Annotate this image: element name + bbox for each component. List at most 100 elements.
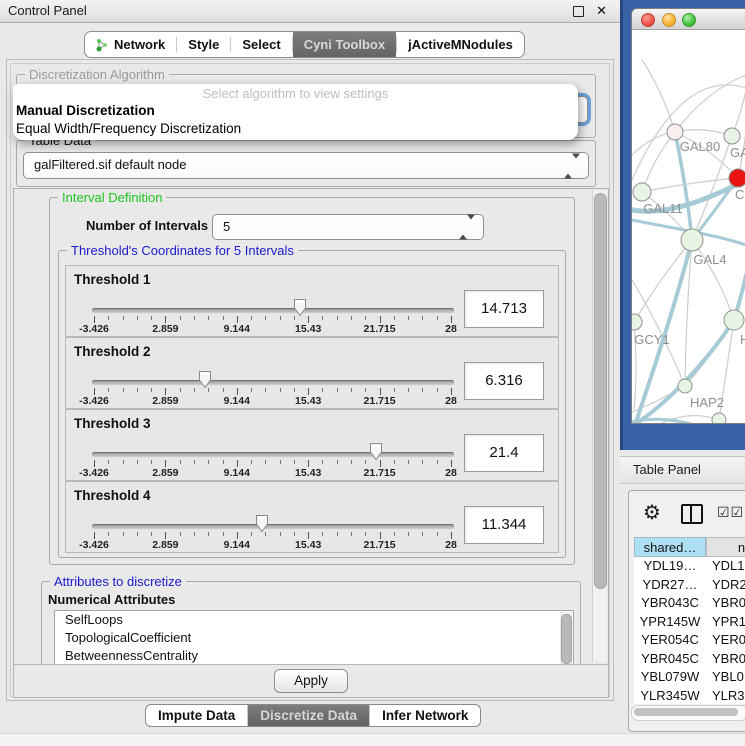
network-node-gal11[interactable] (633, 183, 651, 201)
table-row[interactable]: YBR045CYBR0 (634, 650, 745, 669)
threshold-panel: Threshold 3-3.4262.8599.14415.4321.71528… (65, 409, 559, 481)
tab-network[interactable]: Network (85, 32, 176, 57)
scrollbar-thumb[interactable] (594, 193, 607, 589)
table-cell[interactable]: YLR345W (634, 687, 706, 705)
table-row[interactable]: YBL079WYBL0 (634, 668, 745, 687)
stepper-icon[interactable] (564, 158, 580, 173)
slider-tick (108, 460, 109, 464)
table-cell[interactable]: YDR27… (634, 576, 706, 595)
table-cell[interactable]: YDR2 (706, 576, 745, 595)
threshold-value-field[interactable]: 6.316 (464, 362, 544, 400)
attribute-list-item[interactable]: BetweennessCentrality (55, 647, 573, 665)
scrollbar-thumb[interactable] (561, 614, 572, 664)
table-cell[interactable]: YBR043C (634, 594, 706, 613)
slider-track[interactable] (92, 524, 454, 529)
scrollbar-thumb[interactable] (634, 708, 738, 716)
slider-tick (308, 532, 309, 539)
network-node-c[interactable] (729, 169, 745, 187)
float-window-icon[interactable] (573, 6, 584, 17)
minimize-traffic-light-icon[interactable] (662, 13, 676, 27)
network-panel-edge (620, 0, 623, 450)
close-traffic-light-icon[interactable] (641, 13, 655, 27)
slider-tick-label: 21.715 (364, 467, 396, 479)
network-node-h[interactable] (724, 310, 744, 330)
network-node-gal4[interactable] (681, 229, 703, 251)
slider-thumb[interactable] (198, 370, 212, 389)
table-cell[interactable]: YDL1 (706, 557, 745, 576)
table-row[interactable]: YER054CYER0 (634, 631, 745, 650)
network-window[interactable]: GAL80GACGAL11GAL4GCY1HHAP2 (631, 8, 745, 424)
table-cell[interactable]: YBR0 (706, 594, 745, 613)
table-row[interactable]: YBR043CYBR0 (634, 594, 745, 613)
slider-tick-label: 2.859 (152, 323, 178, 335)
slider-tick (308, 388, 309, 395)
slider-track[interactable] (92, 308, 454, 313)
table-cell[interactable]: YBR045C (634, 650, 706, 669)
table-cell[interactable]: YER0 (706, 631, 745, 650)
attribute-list-item[interactable]: SelfLoops (55, 611, 573, 629)
slider-tick (422, 460, 423, 464)
threshold-value-field[interactable]: 14.713 (464, 290, 544, 328)
list-vertical-scrollbar[interactable] (560, 612, 572, 666)
network-node-gcy1[interactable] (632, 314, 642, 330)
tab-select[interactable]: Select (231, 32, 291, 57)
tab-infer-network[interactable]: Infer Network (370, 705, 480, 726)
threshold-value-field[interactable]: 21.4 (464, 434, 544, 472)
tab-discretize-data[interactable]: Discretize Data (248, 705, 369, 726)
slider-thumb[interactable] (293, 298, 307, 317)
apply-button[interactable]: Apply (274, 669, 348, 693)
table-cell[interactable]: YPR1 (706, 613, 745, 632)
gear-icon[interactable]: ⚙ (643, 500, 661, 526)
slider-tick (237, 532, 238, 539)
table-cell[interactable]: YDL19… (634, 557, 706, 576)
table-header-cell[interactable]: shared… (634, 537, 706, 557)
network-window-titlebar[interactable] (632, 9, 745, 30)
algorithm-option-equal-width-frequency-discretization[interactable]: Equal Width/Frequency Discretization (13, 120, 578, 138)
tab-jactivemnodules[interactable]: jActiveMNodules (397, 32, 524, 57)
tab-cyni-toolbox[interactable]: Cyni Toolbox (293, 32, 396, 57)
slider-tick (351, 388, 352, 392)
panel-title: Control Panel (8, 0, 87, 22)
slider-thumb[interactable] (255, 514, 269, 533)
slider-tick-label: 21.715 (364, 395, 396, 407)
table-row[interactable]: YPR145WYPR1 (634, 613, 745, 632)
network-node-hap2[interactable] (678, 379, 692, 393)
stepper-icon[interactable] (459, 220, 475, 235)
tab-style[interactable]: Style (177, 32, 230, 57)
table-horizontal-scrollbar[interactable] (631, 705, 745, 721)
attribute-listbox[interactable]: SelfLoopsTopologicalCoefficientBetweenne… (54, 610, 574, 666)
table-cell[interactable]: YBL0 (706, 668, 745, 687)
zoom-traffic-light-icon[interactable] (682, 13, 696, 27)
threshold-value-field[interactable]: 11.344 (464, 506, 544, 544)
attribute-list-item[interactable]: TopologicalCoefficient (55, 629, 573, 647)
table-cell[interactable]: YBL079W (634, 668, 706, 687)
split-columns-icon[interactable] (681, 504, 703, 524)
number-of-intervals-combobox[interactable]: 5 (212, 214, 484, 240)
table-cell[interactable]: YER054C (634, 631, 706, 650)
network-graph[interactable]: GAL80GACGAL11GAL4GCY1HHAP2 (632, 30, 745, 423)
vertical-scrollbar[interactable] (592, 190, 607, 662)
table-header-cell[interactable]: n (706, 537, 745, 557)
slider-thumb[interactable] (369, 442, 383, 461)
network-node-ga[interactable] (724, 128, 740, 144)
table-data-combobox[interactable]: galFiltered.sif default node (23, 152, 589, 179)
combobox-value: galFiltered.sif default node (34, 153, 186, 177)
network-node-gal80[interactable] (667, 124, 683, 140)
table-row[interactable]: YDL19…YDL1 (634, 557, 745, 576)
table-row[interactable]: YDR27…YDR2 (634, 576, 745, 595)
slider-track[interactable] (92, 380, 454, 385)
select-columns-icon[interactable]: ☑☑ (717, 504, 744, 521)
table-body[interactable]: YDL19…YDL1YDR27…YDR2YBR043CYBR0YPR145WYP… (634, 557, 745, 704)
control-panel-titlebar: Control Panel ✕ (0, 0, 620, 23)
network-node[interactable] (712, 413, 726, 423)
attributes-group: Attributes to discretize Numerical Attri… (41, 581, 581, 666)
tab-impute-data[interactable]: Impute Data (146, 705, 247, 726)
slider-track[interactable] (92, 452, 454, 457)
close-icon[interactable]: ✕ (596, 0, 607, 22)
table-cell[interactable]: YLR3 (706, 687, 745, 705)
table-cell[interactable]: YBR0 (706, 650, 745, 669)
algorithm-option-manual-discretization[interactable]: Manual Discretization (13, 102, 578, 120)
table-cell[interactable]: YPR145W (634, 613, 706, 632)
network-canvas[interactable]: GAL80GACGAL11GAL4GCY1HHAP2 (632, 30, 745, 423)
table-row[interactable]: YLR345WYLR3 (634, 687, 745, 705)
